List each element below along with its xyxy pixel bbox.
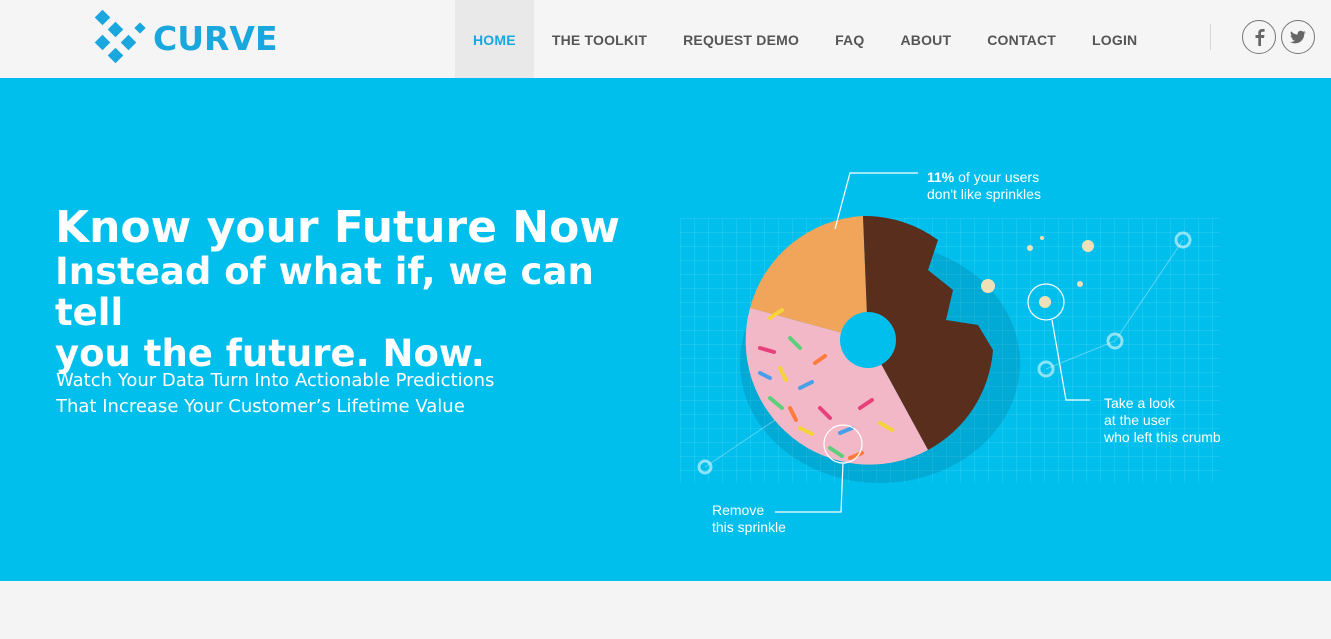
- annotation-sprinkles-text2: don't like sprinkles: [927, 186, 1041, 202]
- facebook-button[interactable]: [1242, 20, 1276, 54]
- page-continuation: [0, 581, 1331, 639]
- annotation-crumb-line2: at the user: [1104, 412, 1171, 428]
- annotation-remove-line2: this sprinkle: [712, 519, 786, 535]
- nav-login[interactable]: LOGIN: [1074, 0, 1155, 78]
- annotation-sprinkles-percent: 11%: [927, 169, 955, 185]
- annotation-crumb: Take a look at the user who left this cr…: [1104, 395, 1221, 446]
- nav-divider: [1210, 24, 1211, 50]
- annotation-remove-line1: Remove: [712, 502, 765, 518]
- site-header: CURVE HOME THE TOOLKIT REQUEST DEMO FAQ …: [0, 0, 1331, 78]
- twitter-icon: [1290, 30, 1306, 44]
- nav-request-demo[interactable]: REQUEST DEMO: [665, 0, 817, 78]
- nav-contact[interactable]: CONTACT: [969, 0, 1074, 78]
- donut-illustration: [697, 172, 1192, 513]
- facebook-icon: [1255, 29, 1265, 46]
- brand-name: CURVE: [153, 18, 278, 58]
- annotation-sprinkles-text1: of your users: [954, 169, 1040, 185]
- nav-home[interactable]: HOME: [455, 0, 534, 78]
- nav-the-toolkit[interactable]: THE TOOLKIT: [534, 0, 665, 78]
- logo[interactable]: CURVE: [93, 10, 278, 66]
- nav-faq[interactable]: FAQ: [817, 0, 882, 78]
- main-nav: HOME THE TOOLKIT REQUEST DEMO FAQ ABOUT …: [455, 0, 1155, 78]
- annotation-remove-sprinkle: Remove this sprinkle: [712, 502, 786, 536]
- annotation-crumb-line3: who left this crumb: [1104, 429, 1221, 445]
- hero-section: Know your Future Now Instead of what if,…: [0, 78, 1331, 581]
- twitter-button[interactable]: [1281, 20, 1315, 54]
- annotation-crumb-line1: Take a look: [1104, 395, 1175, 411]
- nav-about[interactable]: ABOUT: [882, 0, 969, 78]
- curve-logo-icon: [94, 10, 146, 64]
- annotation-sprinkles: 11% of your users don't like sprinkles: [927, 169, 1041, 203]
